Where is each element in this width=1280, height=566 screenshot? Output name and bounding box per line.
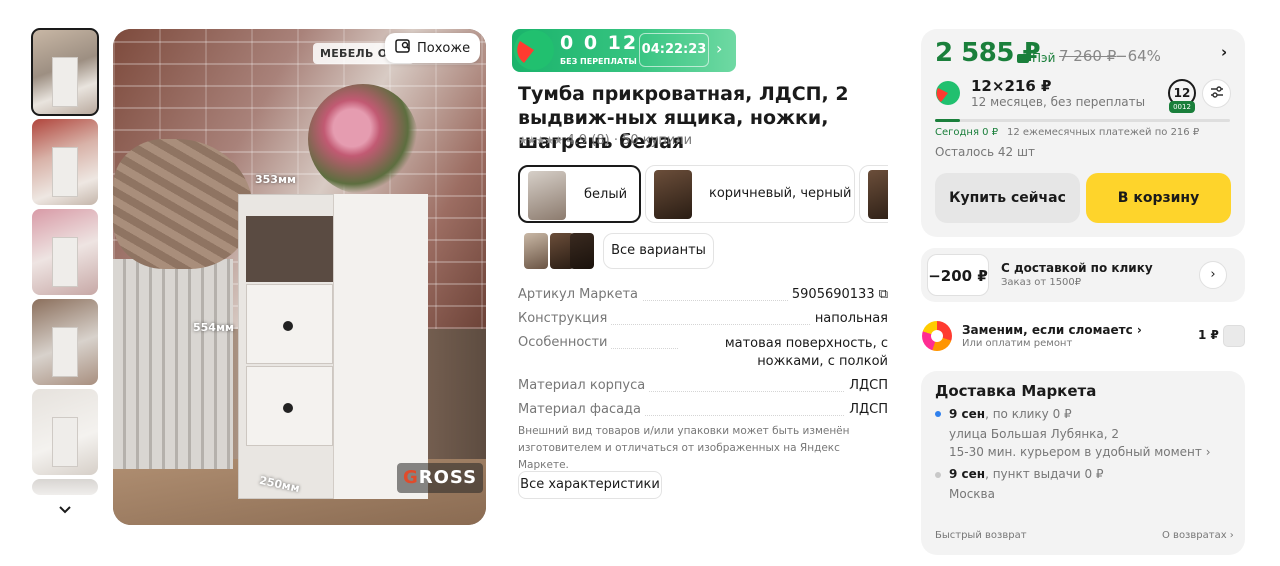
card-icon	[1017, 54, 1029, 63]
all-variants-button[interactable]: Все варианты	[603, 233, 714, 269]
add-to-cart-button[interactable]: В корзину	[1086, 173, 1231, 223]
option-dot-icon	[935, 472, 941, 478]
stock-left: Осталось 42 шт	[935, 145, 1035, 159]
delivery-option-courier[interactable]: 9 сен, по клику 0 ₽	[949, 407, 1072, 421]
split-logo-icon	[936, 81, 960, 105]
returns-link[interactable]: О возвратах ›	[1162, 530, 1234, 541]
delivery-city: Москва	[949, 487, 995, 501]
fast-return-label: Быстрый возврат	[935, 530, 1027, 541]
delivery-title: Доставка Маркета	[935, 382, 1097, 400]
installment-months-badge: 0012	[1169, 101, 1195, 113]
replace-service-icon	[922, 321, 952, 351]
thumbnail-4[interactable]	[32, 299, 98, 385]
spec-row: Материал фасада ЛДСП	[518, 402, 888, 417]
thumbnail-2[interactable]	[32, 119, 98, 205]
similar-button[interactable]: Похоже	[385, 33, 481, 63]
discount-badge: −64%	[1115, 47, 1161, 65]
monthly-payments: 12 ежемесячных платежей по 216 ₽	[1007, 127, 1200, 138]
split-timer: 04:22:23	[639, 33, 709, 67]
chevron-right-icon: ›	[716, 39, 723, 58]
star-rating-icon: ★★★★★	[518, 134, 563, 147]
option-dot-icon	[935, 411, 941, 417]
buy-now-button[interactable]: Купить сейчас	[935, 173, 1080, 223]
installment-amount[interactable]: 12×216 ₽	[971, 77, 1051, 95]
thumbnail-1[interactable]	[31, 28, 99, 116]
variant-thumbs[interactable]	[520, 233, 594, 269]
variant-brown-black[interactable]: коричневый, черный	[645, 165, 855, 223]
spec-row: Материал корпуса ЛДСП	[518, 378, 888, 393]
thumbnail-5[interactable]	[32, 389, 98, 475]
promo-title: С доставкой по клику	[1001, 261, 1153, 275]
thumbnail-6[interactable]	[32, 479, 98, 495]
replace-title[interactable]: Заменим, если сломаетс ›	[962, 323, 1142, 337]
old-price: 7 260 ₽	[1059, 47, 1117, 65]
today-payment: Сегодня 0 ₽	[935, 127, 999, 138]
spec-row: Артикул Маркета 5905690133 ⧉	[518, 287, 888, 302]
delivery-box: Доставка Маркета 9 сен, по клику 0 ₽ ули…	[921, 371, 1245, 555]
settings-sliders-icon[interactable]	[1202, 79, 1231, 108]
replace-price: 1 ₽	[1198, 328, 1219, 342]
product-rating[interactable]: ★★★★★ 4.9 (8) · 50 купили	[518, 133, 692, 148]
spec-row: Конструкция напольная	[518, 311, 888, 326]
delivery-address: улица Большая Лубянка, 2	[949, 427, 1120, 441]
split-logo-icon	[514, 30, 554, 70]
thumbnail-3[interactable]	[32, 209, 98, 295]
similar-label: Похоже	[417, 40, 471, 56]
split-amount: 0 0 12	[560, 32, 639, 54]
dimension-height: 554мм	[193, 321, 234, 334]
promo-amount: −200 ₽	[927, 254, 989, 296]
promo-subtitle: Заказ от 1500₽	[1001, 277, 1082, 288]
thumbnail-list	[31, 28, 99, 499]
buy-box: 2 585 ₽ Пэй 7 260 ₽ −64% › 12×216 ₽ 12 м…	[921, 29, 1245, 237]
promo-banner[interactable]: −200 ₽ С доставкой по клику Заказ от 150…	[921, 248, 1245, 302]
delivery-option-pickup[interactable]: 9 сен, пункт выдачи 0 ₽	[949, 467, 1104, 481]
replace-checkbox[interactable]	[1223, 325, 1245, 347]
chevron-down-icon[interactable]	[56, 502, 74, 520]
variant-selector: белый коричневый, черный	[518, 165, 888, 223]
replace-subtitle: Или оплатим ремонт	[962, 338, 1073, 349]
installment-terms: 12 месяцев, без переплаты	[971, 95, 1146, 109]
spec-row: Особенности матовая поверхность, с ножкам…	[518, 335, 888, 371]
installment-progress	[935, 119, 1230, 122]
pay-badge: Пэй	[1017, 51, 1055, 65]
delivery-time[interactable]: 15-30 мин. курьером в удобный момент ›	[949, 445, 1211, 459]
all-specs-button[interactable]: Все характеристики	[518, 471, 662, 499]
brand-watermark: GROSS	[397, 463, 483, 493]
variant-white[interactable]: белый	[518, 165, 641, 223]
chevron-right-icon[interactable]: ›	[1199, 261, 1227, 289]
split-subtitle: БЕЗ ПЕРЕПЛАТЫ	[560, 57, 637, 66]
dimension-width: 353мм	[255, 173, 296, 186]
image-search-icon	[395, 38, 411, 58]
product-main-image[interactable]: 353мм 554мм 250мм МЕБЕЛЬ ОТ Г Похоже GRO…	[113, 29, 486, 525]
chevron-right-icon[interactable]: ›	[1221, 43, 1227, 61]
appearance-disclaimer: Внешний вид товаров и/или упаковки может…	[518, 425, 850, 471]
split-banner[interactable]: 0 0 12 БЕЗ ПЕРЕПЛАТЫ 04:22:23 ›	[512, 29, 736, 72]
variant-more[interactable]	[859, 165, 888, 223]
